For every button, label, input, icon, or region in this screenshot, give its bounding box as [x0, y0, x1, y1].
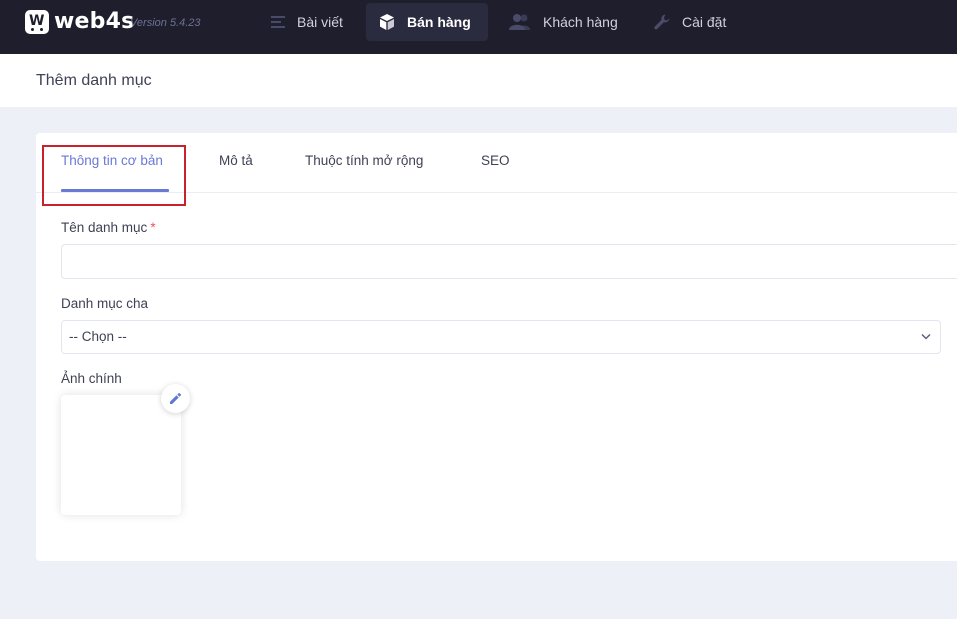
tab-description[interactable]: Mô tả [219, 153, 253, 168]
box-icon [380, 14, 394, 30]
nav-label: Bán hàng [407, 14, 471, 30]
edit-image-button[interactable] [161, 384, 190, 413]
required-mark: * [150, 220, 156, 235]
tab-bar: Thông tin cơ bản Mô tả Thuộc tính mở rộn… [36, 133, 957, 206]
highlight-annotation [42, 145, 186, 206]
nav-label: Cài đặt [682, 14, 727, 30]
parent-category-label: Danh mục cha [61, 296, 149, 311]
logo-letter: W [29, 13, 44, 29]
tab-seo[interactable]: SEO [481, 153, 510, 168]
parent-category-select[interactable]: -- Chọn -- [61, 320, 941, 354]
nav-item-sales[interactable]: Bán hàng [366, 3, 488, 41]
category-name-label: Tên danh mục * [61, 220, 156, 235]
logo-icon[interactable]: W [25, 10, 49, 34]
form-card: Thông tin cơ bản Mô tả Thuộc tính mở rộn… [36, 133, 957, 561]
nav-label: Bài viết [297, 14, 343, 30]
subheader: Thêm danh mục [0, 54, 957, 107]
chevron-down-icon [921, 333, 931, 340]
tab-extended-attributes[interactable]: Thuộc tính mở rộng [305, 153, 423, 168]
nav-item-posts[interactable]: Bài viết [258, 3, 357, 41]
top-navbar: W web4s Version 5.4.23 Bài viết Bán hàng… [0, 0, 957, 54]
wrench-icon [654, 14, 670, 30]
nav-label: Khách hàng [543, 14, 618, 30]
menu-lines-icon [271, 16, 285, 28]
page-title: Thêm danh mục [36, 72, 152, 89]
category-name-label-text: Tên danh mục [61, 220, 148, 235]
main-image-placeholder[interactable] [61, 395, 181, 515]
parent-category-selected: -- Chọn -- [69, 329, 127, 344]
pencil-icon [170, 392, 182, 404]
nav-item-customers[interactable]: Khách hàng [496, 3, 632, 41]
users-icon [509, 14, 530, 30]
main-image-label: Ảnh chính [61, 371, 122, 386]
nav-item-settings[interactable]: Cài đặt [641, 3, 740, 41]
category-name-input[interactable] [61, 244, 957, 279]
version-label: Version 5.4.23 [130, 17, 201, 29]
brand-name[interactable]: web4s [54, 9, 134, 34]
